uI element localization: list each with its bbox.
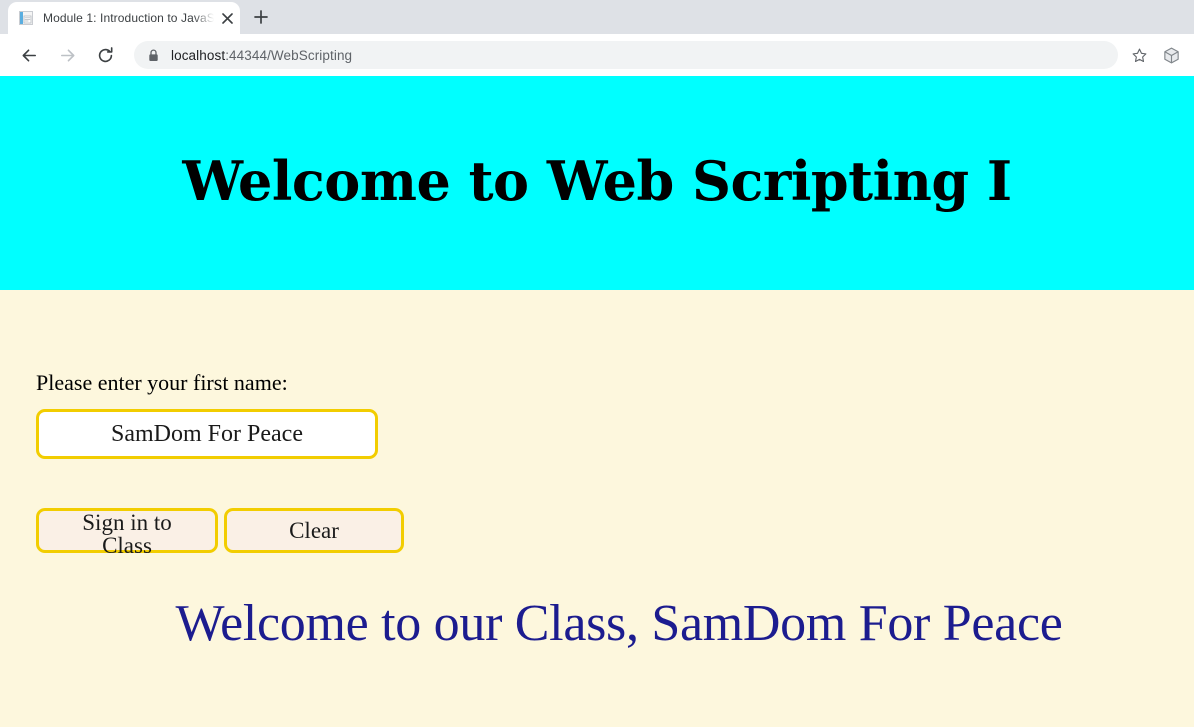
cube-icon[interactable] [1156,40,1186,70]
browser-window: Module 1: Introduction to JavaSc localho… [0,0,1194,727]
address-bar-url: localhost:44344/WebScripting [171,48,352,63]
forward-arrow-icon[interactable] [52,40,82,70]
star-icon[interactable] [1124,40,1154,70]
clear-button[interactable]: Clear [224,508,404,554]
new-tab-button[interactable] [247,3,275,31]
page-banner: Welcome to Web Scripting I [0,76,1194,290]
lock-icon [146,48,160,62]
first-name-label: Please enter your first name: [36,370,288,395]
tab-title: Module 1: Introduction to JavaSc [43,11,214,25]
form-button-row: Sign in to Class Clear [36,508,1194,557]
url-path: :44344/WebScripting [225,47,353,63]
browser-tab[interactable]: Module 1: Introduction to JavaSc [8,2,240,34]
page-title: Welcome to Web Scripting I [182,149,1012,213]
page-content: Please enter your first name: Sign in to… [0,370,1194,654]
reload-icon[interactable] [90,40,120,70]
address-bar[interactable]: localhost:44344/WebScripting [134,41,1118,69]
sign-in-button[interactable]: Sign in to Class [36,508,218,557]
page-viewport: Welcome to Web Scripting I Please enter … [0,76,1194,727]
browser-toolbar: localhost:44344/WebScripting [0,34,1194,76]
back-arrow-icon[interactable] [14,40,44,70]
tab-strip: Module 1: Introduction to JavaSc [0,0,1194,34]
document-icon [18,10,34,26]
first-name-input[interactable] [36,409,378,460]
welcome-message: Welcome to our Class, SamDom For Peace [175,595,1063,653]
url-host: localhost [171,47,226,63]
close-icon[interactable] [216,7,238,29]
